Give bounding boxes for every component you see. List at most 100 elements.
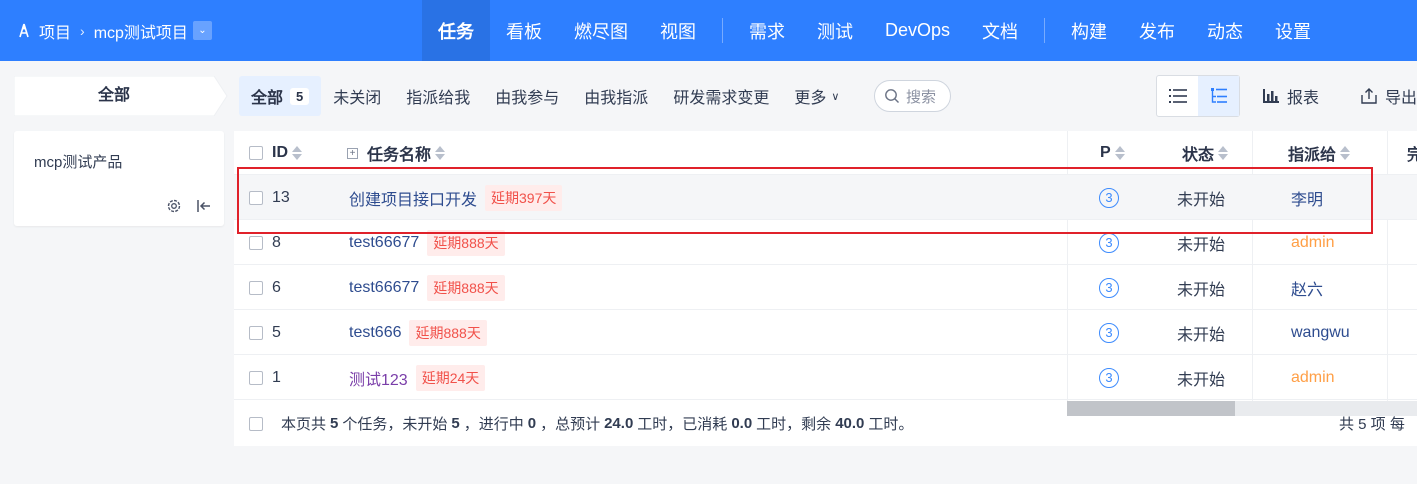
col-status[interactable]: 状态 — [1182, 131, 1229, 175]
breadcrumb-root[interactable]: 项目 — [39, 19, 71, 43]
row-checkbox[interactable] — [249, 370, 263, 385]
task-status: 未开始 — [1177, 371, 1226, 389]
search-button[interactable]: 搜索 — [874, 80, 951, 112]
all-products-label: 全部 — [97, 87, 130, 104]
list-icon — [1168, 89, 1187, 103]
table-row[interactable]: 5 test666 延期888天 3 未开始 wangwu — [234, 310, 1417, 355]
nav-views[interactable]: 视图 — [644, 0, 712, 61]
table-row[interactable]: 1 测试123 延期24天 3 未开始 admin — [234, 355, 1417, 400]
col-priority[interactable]: P — [1100, 131, 1125, 175]
delay-badge: 延期397天 — [485, 184, 563, 211]
col-finished[interactable]: 完 — [1407, 131, 1417, 175]
task-name-link[interactable]: test666 — [349, 324, 401, 342]
export-button[interactable]: 导出 — [1361, 76, 1417, 116]
task-name-link[interactable]: test66677 — [349, 279, 419, 297]
nav-devops[interactable]: DevOps — [869, 0, 966, 61]
footer-checkbox[interactable] — [249, 416, 263, 431]
col-priority-label: P — [1100, 144, 1111, 161]
priority-badge: 3 — [1099, 367, 1119, 388]
list-view-button[interactable] — [1157, 76, 1198, 116]
assignee-link[interactable]: 李明 — [1291, 186, 1323, 210]
sort-icon — [1340, 146, 1351, 160]
task-name-link[interactable]: 测试123 — [349, 366, 408, 390]
breadcrumb: 项目 › mcp测试项目 ⌄ — [16, 0, 212, 61]
bar-chart-icon — [1263, 89, 1279, 103]
table-footer: 本页共 5 个任务，未开始 5 ，进行中 0 ，总预计 24.0 工时，已消耗 … — [234, 401, 1067, 446]
row-checkbox[interactable] — [249, 325, 263, 340]
nav-stories[interactable]: 需求 — [733, 0, 801, 61]
delay-badge: 延期888天 — [427, 274, 505, 301]
row-checkbox[interactable] — [249, 280, 263, 295]
chevron-right-icon: › — [80, 22, 85, 39]
delay-badge: 延期888天 — [409, 319, 487, 346]
expand-all-icon[interactable]: + — [347, 147, 358, 159]
row-checkbox[interactable] — [249, 235, 263, 250]
sort-icon — [1114, 146, 1125, 160]
summary-text: ，总预计 — [540, 416, 601, 433]
nav-builds[interactable]: 构建 — [1055, 0, 1123, 61]
col-id[interactable]: ID — [272, 131, 302, 175]
tree-view-button[interactable] — [1198, 76, 1239, 116]
filter-all-label: 全部 — [251, 90, 284, 107]
table-row[interactable]: 6 test66677 延期888天 3 未开始 赵六 — [234, 265, 1417, 310]
summary-left: 40.0 — [835, 415, 865, 432]
nav-releases[interactable]: 发布 — [1123, 0, 1191, 61]
report-label: 报表 — [1287, 90, 1320, 107]
sort-icon — [292, 146, 302, 160]
task-table: ID + 任务名称 P 状态 指派给 完 13 创建项目接口开发 延期397天 … — [234, 131, 1417, 446]
assignee-link[interactable]: admin — [1291, 369, 1335, 387]
col-assignee-label: 指派给 — [1288, 147, 1337, 164]
checkbox[interactable] — [249, 146, 263, 160]
collapse-sidebar-icon[interactable] — [196, 198, 212, 214]
task-name-link[interactable]: test66677 — [349, 234, 419, 252]
task-id: 13 — [272, 188, 290, 206]
nav-docs[interactable]: 文档 — [966, 0, 1034, 61]
filter-assigned-to-me[interactable]: 指派给我 — [406, 76, 470, 116]
nav-settings[interactable]: 设置 — [1259, 0, 1327, 61]
report-button[interactable]: 报表 — [1263, 76, 1319, 116]
filter-story-changed[interactable]: 研发需求变更 — [673, 76, 769, 116]
sort-icon — [1218, 146, 1229, 160]
summary-total: 5 — [330, 415, 339, 432]
filter-unclosed[interactable]: 未关闭 — [333, 76, 381, 116]
gear-icon[interactable] — [166, 198, 182, 214]
summary-text: 工时。 — [868, 416, 914, 433]
assignee-link[interactable]: 赵六 — [1291, 276, 1323, 300]
table-row[interactable]: 8 test66677 延期888天 3 未开始 admin — [234, 220, 1417, 265]
filter-all[interactable]: 全部 5 — [239, 76, 322, 116]
all-products-pill[interactable]: 全部 — [14, 76, 228, 116]
scrollbar-thumb[interactable] — [1067, 401, 1235, 416]
summary-wait: 5 — [451, 415, 460, 432]
product-name[interactable]: mcp测试产品 — [34, 151, 122, 172]
select-all-checkbox[interactable] — [249, 131, 263, 175]
nav-testing[interactable]: 测试 — [801, 0, 869, 61]
nav-kanban[interactable]: 看板 — [490, 0, 558, 61]
col-assignee[interactable]: 指派给 — [1288, 131, 1351, 175]
task-status: 未开始 — [1177, 236, 1226, 254]
task-id: 5 — [272, 323, 281, 341]
summary-doing: 0 — [527, 415, 537, 432]
priority-badge: 3 — [1099, 322, 1119, 343]
filter-more[interactable]: 更多 ∨ — [794, 76, 839, 116]
summary-text: 工时，已消耗 — [637, 416, 728, 433]
assignee-link[interactable]: wangwu — [1291, 324, 1350, 342]
filter-involved[interactable]: 由我参与 — [495, 76, 559, 116]
priority-badge: 3 — [1099, 232, 1119, 253]
filter-more-label: 更多 — [794, 90, 827, 107]
project-icon — [19, 23, 29, 37]
task-name-link[interactable]: 创建项目接口开发 — [349, 186, 477, 210]
assignee-link[interactable]: admin — [1291, 234, 1335, 252]
top-navbar: 项目 › mcp测试项目 ⌄ 任务 看板 燃尽图 视图 需求 测试 DevOps… — [0, 0, 1417, 61]
task-status: 未开始 — [1177, 191, 1226, 209]
col-name[interactable]: + 任务名称 — [347, 131, 446, 175]
table-row[interactable]: 13 创建项目接口开发 延期397天 3 未开始 李明 — [234, 175, 1417, 220]
row-checkbox[interactable] — [249, 190, 263, 205]
project-dropdown-button[interactable]: ⌄ — [192, 21, 212, 40]
filter-assigned-by-me[interactable]: 由我指派 — [584, 76, 648, 116]
summary-text: 工时，剩余 — [756, 416, 832, 433]
nav-dynamics[interactable]: 动态 — [1191, 0, 1259, 61]
task-id: 8 — [272, 233, 281, 251]
nav-burndown[interactable]: 燃尽图 — [558, 0, 644, 61]
nav-tasks[interactable]: 任务 — [422, 0, 490, 61]
project-name[interactable]: mcp测试项目 — [94, 19, 188, 43]
